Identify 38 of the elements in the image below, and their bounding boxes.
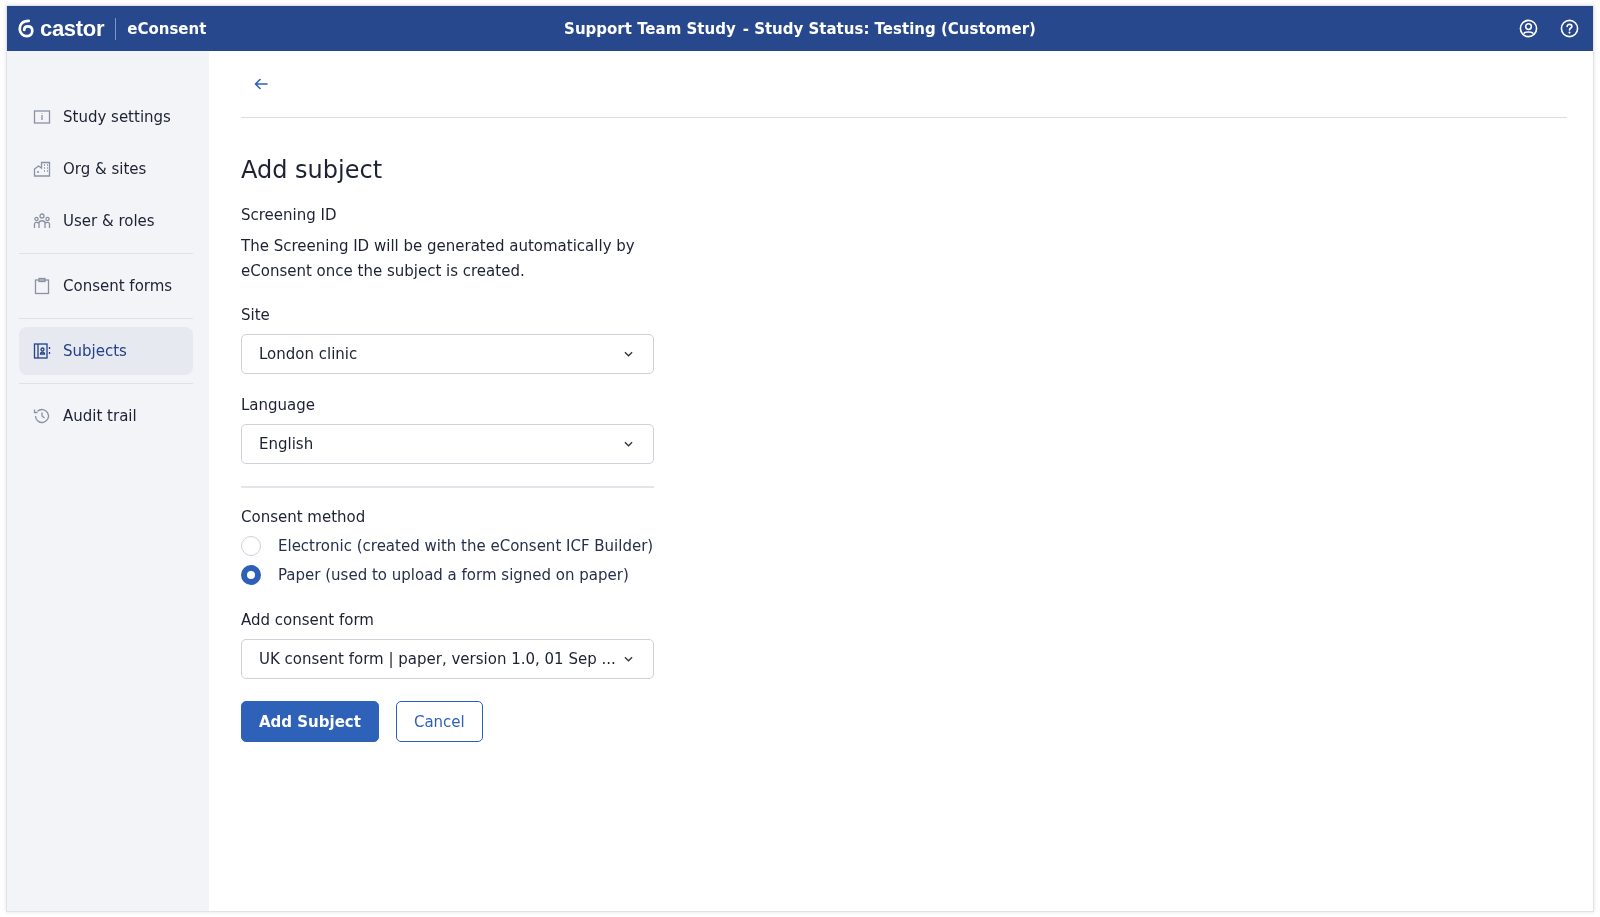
field-label: Language	[241, 396, 317, 414]
product-name: eConsent	[127, 19, 207, 38]
field-label: Site	[241, 306, 271, 324]
logo-icon	[17, 18, 35, 39]
submit-button[interactable]: Add Subject	[241, 701, 379, 742]
subjects-icon	[33, 342, 51, 360]
logo-text: castor	[40, 15, 105, 42]
page-title: Add subject	[241, 156, 384, 184]
study-title: Support Team Study	[564, 19, 736, 38]
sidebar-item[interactable]: Consent forms	[19, 262, 193, 310]
screening-description: The Screening ID will be generated automatically by eConsent once the subject is created.	[241, 236, 636, 282]
radio-button[interactable]	[241, 565, 261, 585]
language-dropdown[interactable]: English	[241, 424, 654, 464]
sidebar-item[interactable]: Study settings	[19, 93, 193, 141]
clipboard-icon	[33, 277, 51, 295]
account-icon[interactable]	[1519, 19, 1538, 38]
chevron-down-icon	[624, 351, 633, 357]
chevron-down-icon	[624, 656, 633, 662]
chevron-down-icon	[624, 441, 633, 447]
sidebar-item[interactable]: Audit trail	[19, 392, 193, 440]
cancel-button[interactable]: Cancel	[395, 701, 483, 742]
building-icon	[33, 160, 51, 178]
study-status: - Study Status: Testing (Customer)	[742, 19, 1036, 38]
sidebar-item[interactable]: User & roles	[19, 197, 193, 245]
history-icon	[33, 407, 51, 425]
sidebar-item[interactable]: Org & sites	[19, 145, 193, 193]
info-icon	[33, 108, 51, 126]
radio-label: Paper (used to upload a form signed on paper)	[278, 566, 629, 584]
radio-label: Electronic (created with the eConsent ICF Builder)	[278, 537, 654, 555]
help-icon[interactable]	[1560, 19, 1579, 38]
back-arrow-icon[interactable]	[253, 76, 269, 92]
field-label: Screening ID	[241, 206, 338, 224]
field-label: Add consent form	[241, 611, 375, 629]
site-dropdown[interactable]: London clinic	[241, 334, 654, 374]
consent-form-dropdown[interactable]: UK consent form | paper, version 1.0, 01 Sep ...	[241, 639, 654, 679]
users-icon	[33, 212, 51, 230]
field-label: Consent method	[241, 508, 367, 526]
sidebar-item[interactable]: Subjects	[19, 327, 193, 375]
